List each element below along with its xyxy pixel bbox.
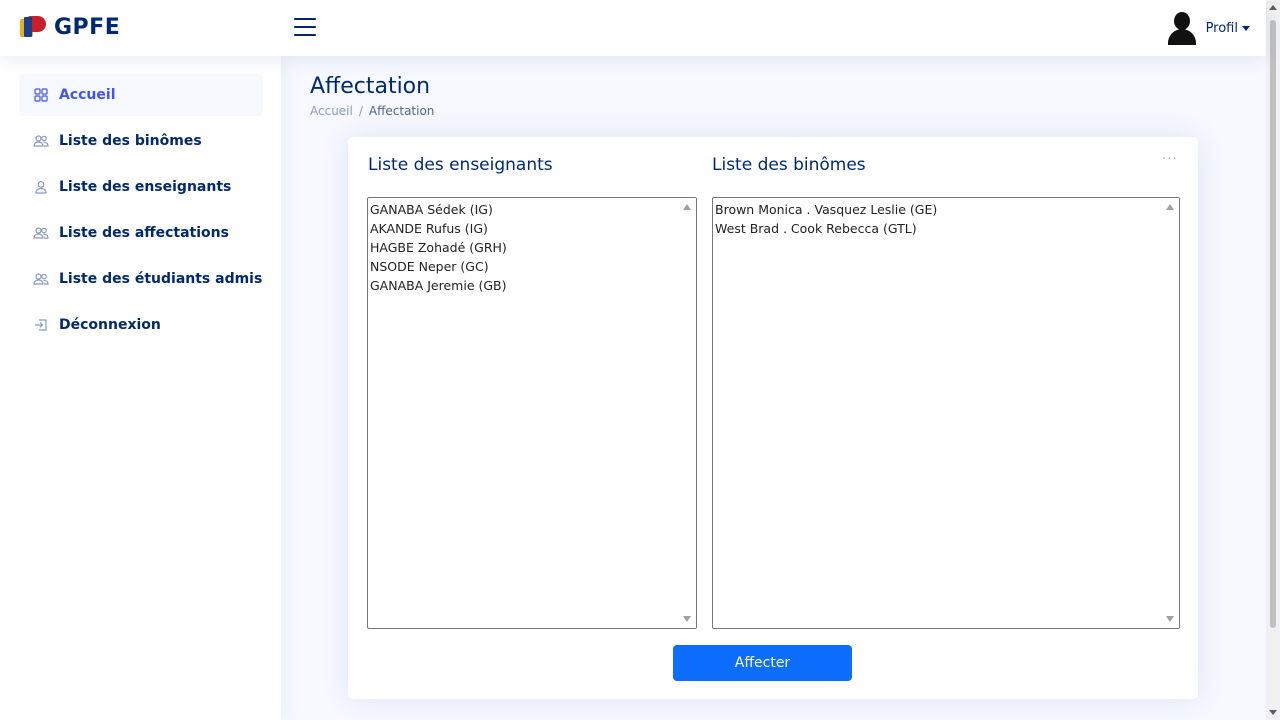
sidebar-item-affectations[interactable]: Liste des affectations	[19, 212, 263, 254]
binomes-scrollbar[interactable]	[1162, 198, 1179, 628]
chevron-down-icon[interactable]	[1242, 25, 1250, 31]
teachers-list-title: Liste des enseignants	[368, 155, 553, 175]
sidebar-item-binomes[interactable]: Liste des binômes	[19, 120, 263, 162]
app-name: GPFE	[54, 14, 121, 40]
breadcrumb-current: Affectation	[368, 104, 435, 118]
menu-toggle-icon[interactable]	[294, 18, 316, 38]
teacher-option[interactable]: GANABA Jeremie (GB)	[370, 276, 696, 295]
sidebar-item-deconnexion[interactable]: Déconnexion	[19, 304, 263, 346]
sidebar-item-label: Accueil	[59, 87, 116, 103]
binome-option[interactable]: West Brad . Cook Rebecca (GTL)	[715, 219, 1179, 238]
person-icon	[33, 179, 49, 195]
scroll-up-icon[interactable]	[683, 204, 691, 210]
scroll-up-icon[interactable]	[1166, 204, 1174, 210]
breadcrumb-link-accueil[interactable]: Accueil	[310, 104, 353, 118]
scroll-up-icon[interactable]	[1269, 5, 1277, 10]
teachers-scrollbar[interactable]	[679, 198, 696, 628]
profile-menu[interactable]: Profil	[1166, 11, 1250, 45]
sidebar-item-label: Déconnexion	[59, 317, 161, 333]
box-arrow-in-right-icon	[33, 317, 49, 333]
app-logo[interactable]: GPFE	[18, 13, 120, 41]
sidebar: Accueil Liste des binômes Liste des ense…	[0, 56, 281, 720]
scrollbar-thumb[interactable]	[1270, 20, 1276, 628]
scroll-down-icon[interactable]	[1166, 616, 1174, 622]
sidebar-item-label: Liste des binômes	[59, 133, 202, 149]
page-scrollbar[interactable]	[1266, 0, 1280, 720]
teachers-select[interactable]: GANABA Sédek (IG) AKANDE Rufus (IG) HAGB…	[367, 197, 697, 629]
page-title: Affectation	[310, 74, 431, 99]
sidebar-item-etudiants-admis[interactable]: Liste des étudiants admis	[19, 258, 263, 300]
teacher-option[interactable]: GANABA Sédek (IG)	[370, 200, 696, 219]
avatar[interactable]	[1166, 11, 1198, 45]
teacher-option[interactable]: HAGBE Zohadé (GRH)	[370, 238, 696, 257]
people-icon	[33, 225, 49, 241]
binome-option[interactable]: Brown Monica . Vasquez Leslie (GE)	[715, 200, 1179, 219]
scroll-down-icon[interactable]	[1269, 710, 1277, 715]
sidebar-item-label: Liste des enseignants	[59, 179, 232, 195]
people-icon	[33, 271, 49, 287]
binomes-select[interactable]: Brown Monica . Vasquez Leslie (GE) West …	[712, 197, 1180, 629]
sidebar-item-label: Liste des étudiants admis	[59, 271, 263, 287]
top-header: GPFE Profil	[0, 0, 1266, 56]
teacher-option[interactable]: NSODE Neper (GC)	[370, 257, 696, 276]
profile-label[interactable]: Profil	[1206, 21, 1238, 36]
more-options-icon[interactable]: ···	[1162, 151, 1178, 167]
scroll-down-icon[interactable]	[683, 616, 691, 622]
breadcrumb: Accueil / Affectation	[310, 104, 434, 118]
sidebar-item-label: Liste des affectations	[59, 225, 229, 241]
teacher-option[interactable]: AKANDE Rufus (IG)	[370, 219, 696, 238]
sidebar-item-accueil[interactable]: Accueil	[19, 74, 263, 116]
breadcrumb-separator: /	[358, 104, 363, 118]
people-icon	[33, 133, 49, 149]
sidebar-item-enseignants[interactable]: Liste des enseignants	[19, 166, 263, 208]
logo-icon	[18, 13, 48, 41]
binomes-list-title: Liste des binômes	[712, 155, 866, 175]
affecter-button[interactable]: Affecter	[673, 645, 852, 681]
affectation-card: ··· Liste des enseignants Liste des binô…	[348, 137, 1198, 699]
grid-icon	[33, 87, 49, 103]
